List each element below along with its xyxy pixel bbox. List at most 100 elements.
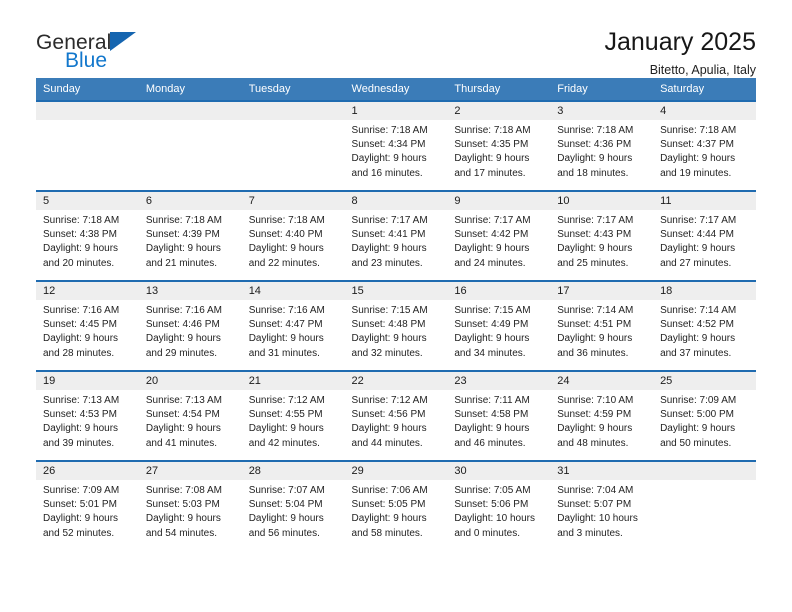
calendar-day-cell[interactable]: 26 Sunrise: 7:09 AM Sunset: 5:01 PM Dayligh… — [36, 460, 139, 550]
sunset-text: Sunset: 4:49 PM — [454, 319, 529, 331]
calendar-day-cell[interactable]: 17 Sunrise: 7:14 AM Sunset: 4:51 PM Dayligh… — [550, 280, 654, 371]
daylight-text-line2: and 48 minutes. — [557, 437, 629, 449]
calendar-day-cell[interactable]: 15 Sunrise: 7:15 AM Sunset: 4:48 PM Dayligh… — [344, 280, 448, 371]
calendar-day-cell[interactable]: 6 Sunrise: 7:18 AM Sunset: 4:39 PM Daylight… — [138, 190, 242, 281]
calendar-day-cell[interactable]: 30 Sunrise: 7:05 AM Sunset: 5:06 PM Dayligh… — [447, 460, 551, 550]
calendar-day-cell[interactable]: 5 Sunrise: 7:18 AM Sunset: 4:38 PM Daylight… — [36, 190, 139, 281]
day-details: Sunrise: 7:13 AM Sunset: 4:54 PM Daylight:… — [139, 390, 242, 451]
daylight-text-line2: and 24 minutes. — [454, 257, 526, 269]
daylight-text-line2: and 22 minutes. — [248, 257, 320, 269]
daylight-text-line2: and 31 minutes. — [248, 347, 320, 359]
day-number: 6 — [138, 192, 242, 210]
daylight-text-line2: and 44 minutes. — [351, 437, 423, 449]
day-details: Sunrise: 7:15 AM Sunset: 4:49 PM Daylight:… — [447, 300, 550, 361]
daylight-text-line1: Daylight: 10 hours — [454, 513, 535, 525]
calendar-day-cell[interactable]: 12 Sunrise: 7:16 AM Sunset: 4:45 PM Dayligh… — [36, 280, 139, 371]
day-number: 12 — [36, 282, 139, 300]
day-number: 19 — [36, 372, 139, 390]
daylight-text-line2: and 28 minutes. — [43, 347, 115, 359]
sunset-text: Sunset: 4:39 PM — [145, 229, 220, 241]
day-details: Sunrise: 7:15 AM Sunset: 4:48 PM Daylight:… — [345, 300, 448, 361]
daylight-text-line1: Daylight: 9 hours — [660, 243, 736, 255]
day-number: 26 — [36, 462, 139, 480]
day-details: Sunrise: 7:07 AM Sunset: 5:04 PM Daylight:… — [242, 480, 345, 541]
calendar-day-cell[interactable]: 2 Sunrise: 7:18 AM Sunset: 4:35 PM Daylight… — [447, 100, 551, 191]
day-number — [138, 102, 242, 120]
sunset-text: Sunset: 4:44 PM — [660, 229, 734, 241]
calendar-day-cell[interactable]: 18 Sunrise: 7:14 AM Sunset: 4:52 PM Dayligh… — [653, 280, 756, 371]
calendar-day-cell[interactable]: 8 Sunrise: 7:17 AM Sunset: 4:41 PM Daylight… — [344, 190, 448, 281]
daylight-text-line2: and 37 minutes. — [660, 347, 732, 359]
calendar-day-cell[interactable]: 25 Sunrise: 7:09 AM Sunset: 5:00 PM Dayligh… — [653, 370, 756, 461]
calendar-day-cell[interactable]: 4 Sunrise: 7:18 AM Sunset: 4:37 PM Daylight… — [653, 100, 756, 191]
sunrise-text: Sunrise: 7:07 AM — [248, 485, 325, 496]
sunset-text: Sunset: 4:36 PM — [557, 139, 632, 151]
day-number: 7 — [241, 192, 345, 210]
daylight-text-line1: Daylight: 10 hours — [557, 513, 638, 525]
calendar-day-cell[interactable]: 10 Sunrise: 7:17 AM Sunset: 4:43 PM Dayligh… — [550, 190, 654, 281]
day-number — [36, 102, 139, 120]
page-header: General Blue January 2025 Bitetto, Apuli… — [36, 0, 756, 77]
calendar-page: General Blue January 2025 Bitetto, Apuli… — [0, 0, 792, 612]
day-details: Sunrise: 7:17 AM Sunset: 4:44 PM Daylight:… — [653, 210, 756, 271]
calendar-day-cell[interactable]: 19 Sunrise: 7:13 AM Sunset: 4:53 PM Dayligh… — [36, 370, 139, 461]
sunset-text: Sunset: 5:00 PM — [660, 409, 734, 421]
daylight-text-line1: Daylight: 9 hours — [248, 513, 324, 525]
calendar-day-cell[interactable]: 29 Sunrise: 7:06 AM Sunset: 5:05 PM Dayligh… — [344, 460, 448, 550]
sunrise-text: Sunrise: 7:17 AM — [660, 215, 737, 226]
calendar-day-cell[interactable]: 20 Sunrise: 7:13 AM Sunset: 4:54 PM Dayligh… — [138, 370, 242, 461]
calendar-day-cell[interactable]: 22 Sunrise: 7:12 AM Sunset: 4:56 PM Dayligh… — [344, 370, 448, 461]
calendar-day-cell[interactable]: 1 Sunrise: 7:18 AM Sunset: 4:34 PM Daylight… — [344, 100, 448, 191]
sunset-text: Sunset: 4:55 PM — [248, 409, 323, 421]
day-number: 30 — [447, 462, 551, 480]
calendar-day-cell[interactable]: 21 Sunrise: 7:12 AM Sunset: 4:55 PM Dayligh… — [241, 370, 345, 461]
daylight-text-line2: and 18 minutes. — [557, 167, 629, 179]
brand-name-blue: Blue — [65, 49, 108, 72]
calendar-week-row: 12 Sunrise: 7:16 AM Sunset: 4:45 PM Dayligh… — [36, 280, 756, 371]
daylight-text-line2: and 21 minutes. — [145, 257, 218, 269]
day-number: 23 — [447, 372, 551, 390]
daylight-text-line1: Daylight: 9 hours — [248, 423, 324, 435]
daylight-text-line2: and 29 minutes. — [145, 347, 218, 359]
day-details: Sunrise: 7:17 AM Sunset: 4:41 PM Daylight:… — [345, 210, 448, 271]
daylight-text-line1: Daylight: 9 hours — [454, 153, 530, 165]
calendar-day-cell-empty — [138, 100, 242, 191]
day-number: 27 — [138, 462, 242, 480]
triangle-mark-icon — [110, 32, 137, 51]
calendar-day-cell[interactable]: 9 Sunrise: 7:17 AM Sunset: 4:42 PM Daylight… — [447, 190, 551, 281]
calendar-body: 1 Sunrise: 7:18 AM Sunset: 4:34 PM Daylight… — [36, 100, 756, 550]
sunrise-text: Sunrise: 7:10 AM — [557, 395, 634, 406]
sunset-text: Sunset: 5:05 PM — [351, 499, 426, 511]
sunrise-text: Sunrise: 7:14 AM — [557, 305, 634, 316]
sunset-text: Sunset: 4:35 PM — [454, 139, 529, 151]
title-block: January 2025 Bitetto, Apulia, Italy — [604, 26, 756, 78]
sunrise-text: Sunrise: 7:15 AM — [351, 305, 428, 316]
daylight-text-line1: Daylight: 9 hours — [557, 333, 633, 345]
day-details: Sunrise: 7:18 AM Sunset: 4:38 PM Daylight:… — [36, 210, 139, 271]
day-details: Sunrise: 7:05 AM Sunset: 5:06 PM Daylight:… — [447, 480, 550, 541]
daylight-text-line2: and 27 minutes. — [660, 257, 732, 269]
day-number: 18 — [653, 282, 756, 300]
daylight-text-line1: Daylight: 9 hours — [248, 333, 324, 345]
weekday-header-friday: Friday — [550, 78, 654, 101]
day-number: 15 — [344, 282, 448, 300]
calendar-day-cell[interactable]: 23 Sunrise: 7:11 AM Sunset: 4:58 PM Dayligh… — [447, 370, 551, 461]
calendar-day-cell[interactable]: 14 Sunrise: 7:16 AM Sunset: 4:47 PM Dayligh… — [241, 280, 345, 371]
calendar-day-cell[interactable]: 11 Sunrise: 7:17 AM Sunset: 4:44 PM Dayligh… — [653, 190, 756, 281]
calendar-day-cell[interactable]: 27 Sunrise: 7:08 AM Sunset: 5:03 PM Dayligh… — [138, 460, 242, 550]
weekday-header-monday: Monday — [138, 78, 242, 101]
brand-logo[interactable]: General Blue — [36, 26, 166, 71]
day-details: Sunrise: 7:18 AM Sunset: 4:37 PM Daylight:… — [653, 120, 756, 181]
calendar-day-cell[interactable]: 28 Sunrise: 7:07 AM Sunset: 5:04 PM Dayligh… — [241, 460, 345, 550]
day-number: 21 — [241, 372, 345, 390]
calendar-day-cell[interactable]: 16 Sunrise: 7:15 AM Sunset: 4:49 PM Dayligh… — [447, 280, 551, 371]
calendar-day-cell[interactable]: 3 Sunrise: 7:18 AM Sunset: 4:36 PM Daylight… — [550, 100, 654, 191]
sunset-text: Sunset: 4:37 PM — [660, 139, 734, 151]
calendar-day-cell[interactable]: 31 Sunrise: 7:04 AM Sunset: 5:07 PM Dayligh… — [550, 460, 654, 550]
calendar-day-cell[interactable]: 24 Sunrise: 7:10 AM Sunset: 4:59 PM Dayligh… — [550, 370, 654, 461]
calendar-day-cell[interactable]: 7 Sunrise: 7:18 AM Sunset: 4:40 PM Daylight… — [241, 190, 345, 281]
daylight-text-line1: Daylight: 9 hours — [660, 423, 736, 435]
day-details: Sunrise: 7:18 AM Sunset: 4:36 PM Daylight:… — [550, 120, 653, 181]
daylight-text-line2: and 34 minutes. — [454, 347, 526, 359]
calendar-day-cell[interactable]: 13 Sunrise: 7:16 AM Sunset: 4:46 PM Dayligh… — [138, 280, 242, 371]
